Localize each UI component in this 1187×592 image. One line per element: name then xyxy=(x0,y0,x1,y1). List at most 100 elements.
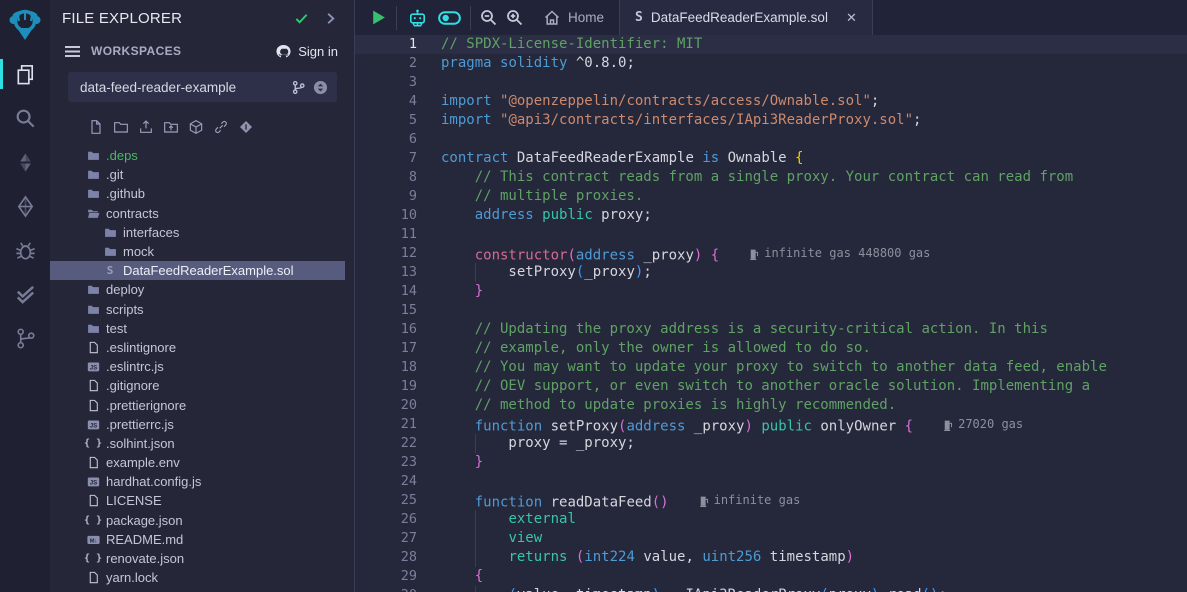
tree-item-test[interactable]: test xyxy=(50,319,345,338)
ai-copilot-robot-icon[interactable] xyxy=(406,8,429,28)
remix-logo[interactable] xyxy=(0,0,50,52)
line-number: 8 xyxy=(355,168,417,187)
code-line: 30 (value, timestamp) = IApi3ReaderProxy… xyxy=(355,586,1187,592)
code-editor[interactable]: 1// SPDX-License-Identifier: MIT2pragma … xyxy=(355,35,1187,592)
activity-solidity-compiler[interactable] xyxy=(0,140,50,184)
line-number: 20 xyxy=(355,396,417,415)
tree-item-deploy[interactable]: deploy xyxy=(50,280,345,299)
indent-guide xyxy=(475,510,476,529)
zoom-in-icon[interactable] xyxy=(506,9,523,26)
js-file-icon: JS xyxy=(86,417,100,431)
file-icon xyxy=(86,494,100,508)
tree-item-example-env[interactable]: example.env xyxy=(50,453,345,472)
line-number: 29 xyxy=(355,567,417,586)
publish-gist-button[interactable] xyxy=(238,119,254,135)
line-number: 11 xyxy=(355,225,417,244)
line-content: } xyxy=(417,282,1187,301)
line-number: 24 xyxy=(355,472,417,491)
tree-item-solhint-json[interactable]: { }.solhint.json xyxy=(50,434,345,453)
svg-text:JS: JS xyxy=(89,365,96,372)
line-number: 19 xyxy=(355,377,417,396)
run-script-button[interactable] xyxy=(370,9,387,26)
code-line: 19 // OEV support, or even switch to ano… xyxy=(355,377,1187,396)
tree-item-github[interactable]: .github xyxy=(50,184,345,203)
activity-debugger[interactable] xyxy=(0,228,50,272)
indent-guide xyxy=(475,263,476,282)
copilot-toggle[interactable] xyxy=(438,8,461,28)
tab-datafeedreaderexample-sol[interactable]: S DataFeedReaderExample.sol ✕ xyxy=(619,0,873,35)
line-number: 3 xyxy=(355,73,417,92)
upload-file-button[interactable] xyxy=(138,119,154,135)
zoom-out-icon[interactable] xyxy=(480,9,497,26)
tree-item-mock[interactable]: mock xyxy=(50,242,345,261)
line-content: returns (int224 value, uint256 timestamp… xyxy=(417,548,1187,567)
tree-item-contracts[interactable]: contracts xyxy=(50,204,345,223)
line-content: import "@api3/contracts/interfaces/IApi3… xyxy=(417,111,1187,130)
activity-unit-testing[interactable] xyxy=(0,272,50,316)
tree-item-scripts[interactable]: scripts xyxy=(50,300,345,319)
git-branch-icon[interactable] xyxy=(291,80,306,95)
tree-item-eslintignore[interactable]: .eslintignore xyxy=(50,338,345,357)
github-sign-in-button[interactable]: Sign in xyxy=(275,44,338,59)
workspace-switch-icon[interactable] xyxy=(313,80,328,95)
new-file-icon xyxy=(88,119,104,135)
accept-check-icon[interactable] xyxy=(294,11,309,26)
code-line: 10 address public proxy; xyxy=(355,206,1187,225)
folder-open-icon xyxy=(86,206,100,220)
line-number: 2 xyxy=(355,54,417,73)
gas-estimate-annotation: 27020 gas xyxy=(943,415,1023,434)
activity-file-explorer[interactable] xyxy=(0,52,50,96)
seal-icon xyxy=(238,119,254,135)
code-line: 16 // Updating the proxy address is a se… xyxy=(355,320,1187,339)
new-folder-icon xyxy=(113,119,129,135)
tree-item-interfaces[interactable]: interfaces xyxy=(50,223,345,242)
tree-item-deps[interactable]: .deps xyxy=(50,146,345,165)
new-folder-button[interactable] xyxy=(113,119,129,135)
remix-ide-window: FILE EXPLORER WORKSPACES Sign in data-fe… xyxy=(0,0,1187,592)
activity-git[interactable] xyxy=(0,316,50,360)
close-tab-icon[interactable]: ✕ xyxy=(846,10,857,26)
tree-item-renovate-json[interactable]: { }renovate.json xyxy=(50,549,345,568)
file-tree: .deps.git.githubcontractsinterfaces mock S… xyxy=(50,146,354,592)
code-line: 4import "@openzeppelin/contracts/access/… xyxy=(355,92,1187,111)
folder-icon xyxy=(103,225,117,239)
tree-item-label: yarn.lock xyxy=(106,570,158,585)
tree-item-package-json[interactable]: { }package.json xyxy=(50,511,345,530)
code-line: 9 // multiple proxies. xyxy=(355,187,1187,206)
activity-search[interactable] xyxy=(0,96,50,140)
tree-item-git[interactable]: .git xyxy=(50,165,345,184)
file-icon xyxy=(86,571,100,585)
code-line: 20 // method to update proxies is highly… xyxy=(355,396,1187,415)
tree-item-label: mock xyxy=(123,244,154,259)
divider xyxy=(470,6,471,30)
file-icon xyxy=(86,340,100,354)
activity-deploy-run[interactable] xyxy=(0,184,50,228)
line-number: 23 xyxy=(355,453,417,472)
tree-item-prettierrc-js[interactable]: JS.prettierrc.js xyxy=(50,415,345,434)
load-url-button[interactable] xyxy=(213,119,229,135)
ethereum-icon xyxy=(14,195,37,218)
line-content: view xyxy=(417,529,1187,548)
tree-item-prettierignore[interactable]: .prettierignore xyxy=(50,395,345,414)
cube-icon xyxy=(188,119,204,135)
tab-home[interactable]: Home xyxy=(529,0,619,35)
tree-item-yarn-lock[interactable]: yarn.lock xyxy=(50,568,345,587)
upload-folder-button[interactable] xyxy=(163,119,179,135)
tree-item-readme-md[interactable]: M↓README.md xyxy=(50,530,345,549)
tree-item-eslintrc-js[interactable]: JS.eslintrc.js xyxy=(50,357,345,376)
new-file-button[interactable] xyxy=(88,119,104,135)
tree-item-datafeedreaderexample-sol[interactable]: SDataFeedReaderExample.sol xyxy=(50,261,345,280)
workspace-selector[interactable]: data-feed-reader-example xyxy=(68,72,337,102)
line-content: { xyxy=(417,567,1187,586)
gas-pump-icon xyxy=(943,419,953,431)
load-ipfs-button[interactable] xyxy=(188,119,204,135)
workspaces-menu-icon[interactable] xyxy=(64,43,81,60)
tree-item-license[interactable]: LICENSE xyxy=(50,491,345,510)
collapse-chevron-icon[interactable] xyxy=(323,11,338,26)
code-line: 11 xyxy=(355,225,1187,244)
tree-item-hardhat-config-js[interactable]: JShardhat.config.js xyxy=(50,472,345,491)
tree-item-gitignore[interactable]: .gitignore xyxy=(50,376,345,395)
home-icon xyxy=(544,10,560,26)
line-number: 21 xyxy=(355,415,417,434)
folder-icon xyxy=(86,283,100,297)
